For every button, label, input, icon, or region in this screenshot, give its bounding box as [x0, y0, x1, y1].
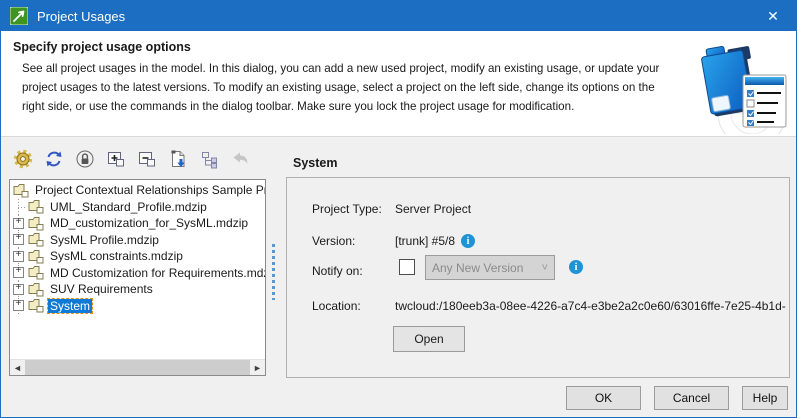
dialog-footer: OK Cancel Help	[1, 378, 796, 417]
tree-item-label: SUV Requirements	[48, 282, 155, 296]
project-icon	[28, 298, 45, 313]
remove-used-project-icon[interactable]	[135, 147, 159, 171]
project-icon	[28, 265, 45, 280]
project-usage-illustration	[686, 33, 792, 134]
tree-row-root[interactable]: Project Contextual Relationships Sample …	[10, 182, 265, 199]
used-projects-tree-panel: Project Contextual Relationships Sample …	[9, 179, 266, 376]
open-button[interactable]: Open	[393, 326, 465, 352]
tree-row[interactable]: + SysML Profile.mdzip	[10, 232, 265, 249]
settings-gear-icon[interactable]	[11, 147, 35, 171]
tree-connector: +	[12, 265, 27, 282]
scrollbar-thumb[interactable]	[25, 360, 250, 375]
title-bar: Project Usages ✕	[1, 1, 796, 31]
tree-row[interactable]: + MD Customization for Requirements.mdzi…	[10, 265, 265, 282]
version-label: Version:	[312, 234, 355, 248]
tree-connector: +	[12, 232, 27, 249]
notify-checkbox[interactable]	[399, 259, 415, 275]
details-groupbox: Project Type: Server Project Version: [t…	[286, 177, 790, 378]
tree-connector: +	[12, 215, 27, 232]
tree-item-label: Project Contextual Relationships Sample …	[33, 183, 266, 197]
tree-connector: +	[12, 248, 27, 265]
lock-icon[interactable]	[73, 147, 97, 171]
expand-plus-icon[interactable]: +	[13, 267, 24, 278]
project-icon	[13, 183, 30, 198]
panel-splitter-grip[interactable]	[272, 244, 276, 300]
tree-item-label-selected: System	[48, 299, 92, 313]
tree-connector: +	[12, 298, 27, 315]
dialog-toolbar	[11, 147, 252, 171]
expand-plus-icon[interactable]: +	[13, 218, 24, 229]
location-value: twcloud:/180eeb3a-08ee-4226-a7c4-e3be2a2…	[395, 299, 786, 313]
add-used-project-icon[interactable]	[104, 147, 128, 171]
project-structure-icon[interactable]	[197, 147, 221, 171]
tree-row[interactable]: + SUV Requirements	[10, 281, 265, 298]
close-button[interactable]: ✕	[750, 1, 796, 31]
dialog-header: Specify project usage options See all pr…	[1, 31, 796, 137]
version-value: [trunk] #5/8	[395, 234, 455, 248]
expand-plus-icon[interactable]: +	[13, 284, 24, 295]
project-icon	[28, 232, 45, 247]
horizontal-scrollbar[interactable]: ◄ ►	[10, 359, 265, 375]
project-type-value: Server Project	[395, 202, 471, 216]
tree-row[interactable]: UML_Standard_Profile.mdzip	[10, 199, 265, 216]
notify-on-label: Notify on:	[312, 264, 363, 278]
app-icon	[10, 7, 28, 25]
tree-item-label: UML_Standard_Profile.mdzip	[48, 200, 209, 214]
project-icon	[28, 216, 45, 231]
version-info-icon[interactable]: i	[461, 234, 475, 248]
update-project-icon[interactable]	[166, 147, 190, 171]
project-usages-dialog: Project Usages ✕ Specify project usage o…	[0, 0, 797, 418]
scroll-right-icon[interactable]: ►	[250, 360, 265, 376]
ok-button[interactable]: OK	[566, 386, 641, 410]
notify-info-icon[interactable]: i	[569, 260, 583, 274]
expand-plus-icon[interactable]: +	[13, 300, 24, 311]
tree-item-label: SysML constraints.mdzip	[48, 249, 185, 263]
notify-dropdown-value: Any New Version	[432, 261, 523, 275]
header-title: Specify project usage options	[13, 40, 191, 54]
expand-plus-icon[interactable]: +	[13, 251, 24, 262]
header-description: See all project usages in the model. In …	[22, 59, 678, 116]
project-icon	[28, 199, 45, 214]
help-button[interactable]: Help	[742, 386, 788, 410]
tree-item-label: SysML Profile.mdzip	[48, 233, 161, 247]
chevron-down-icon: ˅	[542, 262, 548, 274]
undo-icon[interactable]	[228, 147, 252, 171]
tree-row[interactable]: + SysML constraints.mdzip	[10, 248, 265, 265]
details-title: System	[293, 156, 337, 170]
tree-row[interactable]: + MD_customization_for_SysML.mdzip	[10, 215, 265, 232]
expand-plus-icon[interactable]: +	[13, 234, 24, 245]
tree-connector: +	[12, 281, 27, 298]
project-icon	[28, 282, 45, 297]
project-type-label: Project Type:	[312, 202, 382, 216]
notify-version-dropdown: Any New Version ˅	[425, 255, 555, 280]
cancel-button[interactable]: Cancel	[654, 386, 729, 410]
tree-item-label: MD Customization for Requirements.mdzip	[48, 266, 266, 280]
window-title: Project Usages	[37, 9, 125, 24]
tree-item-label: MD_customization_for_SysML.mdzip	[48, 216, 250, 230]
project-icon	[28, 249, 45, 264]
refresh-icon[interactable]	[42, 147, 66, 171]
scroll-left-icon[interactable]: ◄	[10, 360, 25, 376]
tree-row-selected[interactable]: + System	[10, 298, 265, 315]
tree-connector	[12, 199, 27, 216]
used-projects-tree: Project Contextual Relationships Sample …	[10, 180, 265, 314]
location-label: Location:	[312, 299, 361, 313]
